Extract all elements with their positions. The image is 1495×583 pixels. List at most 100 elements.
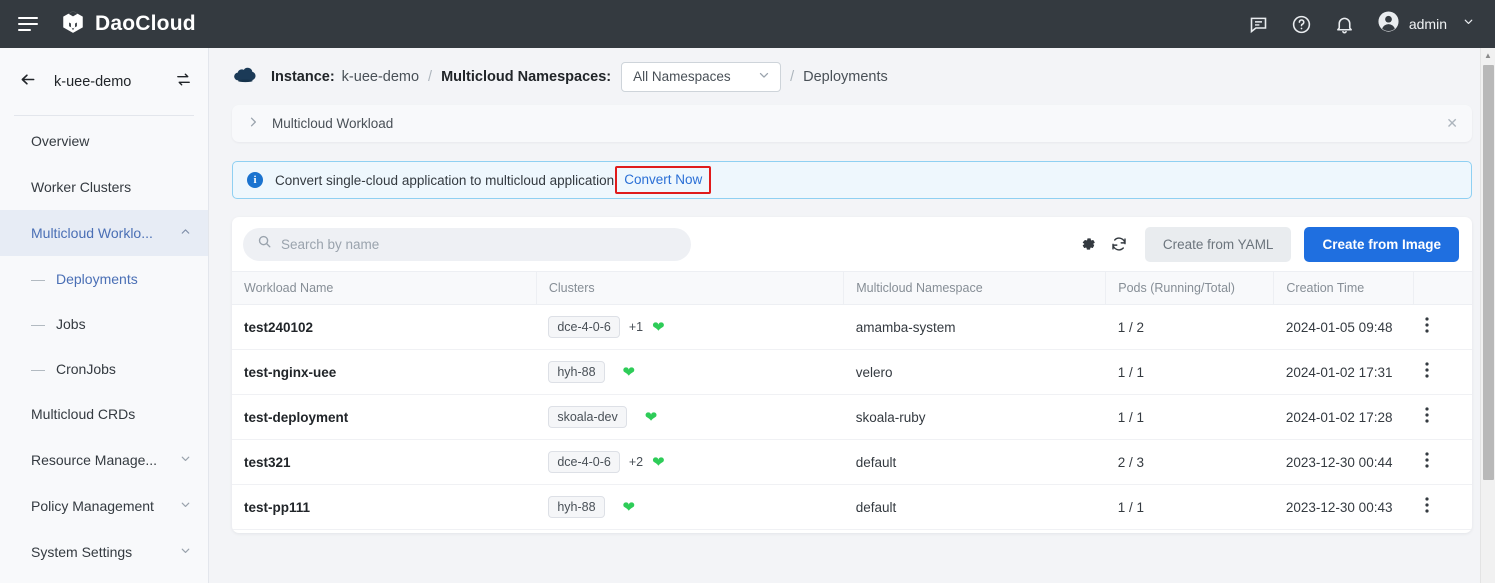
cell-clusters: dce-4-0-6 +2 ❤ [536, 440, 843, 485]
breadcrumb-instance-label: Instance: [271, 69, 335, 85]
cluster-tag[interactable]: hyh-88 [548, 361, 604, 383]
cell-creation-time: 2024-01-05 09:48 [1274, 305, 1413, 350]
page-scrollbar[interactable]: ▲ [1480, 48, 1495, 583]
sidebar-item-worker-clusters[interactable]: Worker Clusters [0, 164, 208, 210]
cell-pods: 1 / 1 [1106, 350, 1274, 395]
sidebar-item-multicloud-crds[interactable]: Multicloud CRDs [0, 391, 208, 437]
breadcrumb-namespace-label: Multicloud Namespaces: [441, 69, 611, 85]
chevron-down-icon [1462, 15, 1475, 33]
brand-logo[interactable]: DaoCloud [60, 9, 196, 40]
sidebar-item-label: Resource Manage... [31, 452, 157, 468]
table-row[interactable]: test-nginx-uee hyh-88 ❤ velero 1 / 1 202… [232, 350, 1472, 395]
row-actions-menu-icon[interactable] [1425, 455, 1429, 472]
gear-icon[interactable] [1079, 235, 1097, 253]
close-icon[interactable]: ✕ [1446, 115, 1458, 132]
cell-namespace: default [844, 440, 1106, 485]
scroll-up-arrow-icon[interactable]: ▲ [1481, 48, 1495, 63]
cluster-tag[interactable]: dce-4-0-6 [548, 451, 620, 473]
cell-actions [1413, 440, 1472, 485]
topbar-actions: admin [1248, 10, 1495, 38]
user-name: admin [1409, 16, 1447, 32]
back-arrow-icon[interactable] [18, 71, 38, 92]
sidebar-item-label: System Settings [31, 544, 132, 560]
alert-message: Convert single-cloud application to mult… [275, 173, 614, 188]
row-actions-menu-icon[interactable] [1425, 410, 1429, 427]
column-workload-name[interactable]: Workload Name [232, 272, 536, 305]
column-pods[interactable]: Pods (Running/Total) [1106, 272, 1274, 305]
sidebar-item-label: Multicloud Worklo... [31, 225, 153, 241]
row-actions-menu-icon[interactable] [1425, 500, 1429, 517]
sidebar-instance-name: k-uee-demo [54, 74, 131, 90]
cell-workload-name[interactable]: test-pp111 [232, 485, 536, 530]
cell-namespace: velero [844, 350, 1106, 395]
sidebar-item-policy-management[interactable]: Policy Management [0, 483, 208, 529]
table-row[interactable]: test-deployment skoala-dev ❤ skoala-ruby… [232, 395, 1472, 440]
search-box[interactable] [243, 228, 691, 261]
sidebar-item-cronjobs[interactable]: — CronJobs [0, 346, 208, 391]
user-menu[interactable]: admin [1377, 10, 1475, 38]
search-input[interactable] [281, 237, 677, 252]
column-creation-time[interactable]: Creation Time [1274, 272, 1413, 305]
multicloud-workload-panel: Multicloud Workload ✕ [232, 105, 1472, 142]
sidebar-item-jobs[interactable]: — Jobs [0, 301, 208, 346]
cloud-icon [231, 65, 260, 89]
cell-creation-time: 2023-12-30 00:44 [1274, 440, 1413, 485]
namespace-select[interactable]: All Namespaces [621, 62, 781, 92]
table-header-row: Workload Name Clusters Multicloud Namesp… [232, 272, 1472, 305]
dash-icon: — [31, 361, 45, 377]
cluster-tag[interactable]: skoala-dev [548, 406, 626, 428]
row-actions-menu-icon[interactable] [1425, 320, 1429, 337]
sidebar-header: k-uee-demo [0, 48, 208, 115]
chevron-right-icon[interactable] [246, 115, 260, 132]
scrollbar-thumb[interactable] [1483, 65, 1494, 480]
cluster-overflow-count[interactable]: +2 [629, 455, 643, 469]
cell-workload-name[interactable]: test321 [232, 440, 536, 485]
cell-workload-name[interactable]: test-deployment [232, 395, 536, 440]
chat-icon[interactable] [1248, 13, 1270, 35]
cell-namespace: skoala-ruby [844, 395, 1106, 440]
cell-pods: 1 / 1 [1106, 485, 1274, 530]
convert-now-link[interactable]: Convert Now [624, 172, 702, 187]
cell-namespace: default [844, 485, 1106, 530]
sidebar-item-overview[interactable]: Overview [0, 118, 208, 164]
bell-icon[interactable] [1334, 13, 1356, 35]
sidebar-item-label: Policy Management [31, 498, 154, 514]
cell-workload-name[interactable]: test0011 [232, 530, 536, 534]
cell-workload-name[interactable]: test-nginx-uee [232, 350, 536, 395]
cell-actions [1413, 530, 1472, 534]
column-clusters[interactable]: Clusters [536, 272, 843, 305]
chevron-down-icon [179, 544, 192, 560]
table-row[interactable]: test-pp111 hyh-88 ❤ default 1 / 1 2023-1… [232, 485, 1472, 530]
column-actions [1413, 272, 1472, 305]
refresh-icon[interactable] [1110, 235, 1128, 253]
cell-actions [1413, 395, 1472, 440]
breadcrumb-instance-value[interactable]: k-uee-demo [342, 69, 419, 85]
breadcrumb-separator: / [428, 69, 432, 85]
cluster-overflow-count[interactable]: +1 [629, 320, 643, 334]
sidebar-item-resource-management[interactable]: Resource Manage... [0, 437, 208, 483]
cell-pods: 1 / 1 [1106, 530, 1274, 534]
sidebar-item-system-settings[interactable]: System Settings [0, 529, 208, 575]
hamburger-icon[interactable] [18, 17, 38, 31]
create-from-yaml-button[interactable]: Create from YAML [1145, 227, 1292, 262]
cell-workload-name[interactable]: test240102 [232, 305, 536, 350]
table-row[interactable]: test321 dce-4-0-6 +2 ❤ default 2 / 3 202… [232, 440, 1472, 485]
sidebar-item-label: Multicloud CRDs [31, 406, 135, 422]
convert-now-highlight: Convert Now [615, 166, 711, 194]
avatar [1377, 10, 1400, 38]
namespace-select-value: All Namespaces [633, 69, 731, 84]
search-icon [257, 234, 272, 254]
cluster-tag[interactable]: dce-4-0-6 [548, 316, 620, 338]
cluster-tag[interactable]: hyh-88 [548, 496, 604, 518]
create-from-image-button[interactable]: Create from Image [1304, 227, 1459, 262]
sidebar-item-multicloud-workloads[interactable]: Multicloud Worklo... [0, 210, 208, 256]
table-row[interactable]: test240102 dce-4-0-6 +1 ❤ amamba-system … [232, 305, 1472, 350]
column-multicloud-namespace[interactable]: Multicloud Namespace [844, 272, 1106, 305]
cell-clusters: hyh-88 ❤ [536, 350, 843, 395]
switch-instance-icon[interactable] [175, 71, 192, 93]
row-actions-menu-icon[interactable] [1425, 365, 1429, 382]
help-icon[interactable] [1291, 13, 1313, 35]
sidebar-item-label: Jobs [56, 316, 86, 332]
sidebar-item-deployments[interactable]: — Deployments [0, 256, 208, 301]
table-row[interactable]: test0011 hyh-88 ❤ default 1 / 1 2023-12-… [232, 530, 1472, 534]
